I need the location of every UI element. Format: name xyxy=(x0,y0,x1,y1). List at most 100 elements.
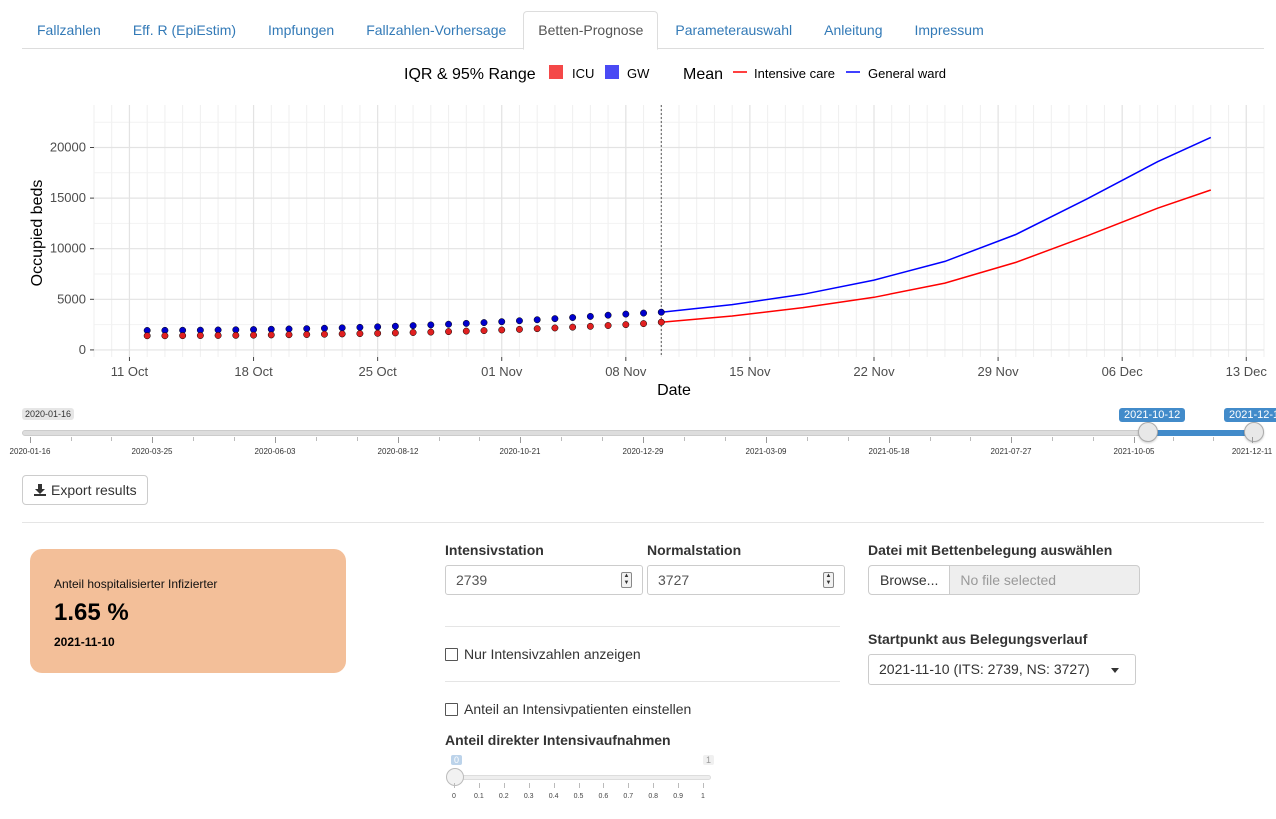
intensivstation-label: Intensivstation xyxy=(445,542,544,558)
slider-tick xyxy=(528,783,530,788)
chart-grid xyxy=(93,105,1265,357)
valuebox-value: 1.65 % xyxy=(54,599,129,626)
export-results-button[interactable]: Export results xyxy=(22,475,148,505)
nur-intensiv-checkbox[interactable]: Nur Intensivzahlen anzeigen xyxy=(445,646,641,662)
icu-observed-point xyxy=(586,322,594,330)
range-minor-tick xyxy=(807,437,808,441)
range-selected-bar[interactable] xyxy=(1148,430,1254,436)
tab-parameterauswahl[interactable]: Parameterauswahl xyxy=(660,11,807,49)
bed-forecast-chart: IQR & 95% Range ICU GW Mean Intensive ca… xyxy=(29,65,1267,399)
range-minor-tick xyxy=(602,437,603,441)
range-tick xyxy=(889,437,890,443)
range-from-handle[interactable] xyxy=(1138,422,1158,442)
range-minor-tick xyxy=(234,437,235,441)
range-minor-tick xyxy=(1052,437,1053,441)
slider-tick-label: 1 xyxy=(701,793,705,800)
range-track[interactable] xyxy=(22,430,1254,436)
range-tick-label: 2021-03-09 xyxy=(745,447,787,456)
gw-observed-point xyxy=(586,312,594,320)
range-tick xyxy=(1134,437,1135,443)
icu-observed-point xyxy=(214,331,222,339)
normalstation-input[interactable]: 3727 ▲ ▼ xyxy=(647,565,845,595)
gw-observed-point xyxy=(445,320,452,328)
slider-tick-label: 0.3 xyxy=(523,793,534,800)
valuebox-subtitle: Anteil hospitalisierter Infizierter xyxy=(54,577,218,591)
export-results-label: Export results xyxy=(51,482,137,498)
tab-fallzahlen[interactable]: Fallzahlen xyxy=(22,11,116,49)
anteil-intensiv-checkbox[interactable]: Anteil an Intensivpatienten einstellen xyxy=(445,701,691,717)
y-tick-label: 15000 xyxy=(50,190,86,205)
checkbox-box[interactable] xyxy=(445,647,458,661)
bed-file-input[interactable]: Browse... No file selected xyxy=(868,565,1141,595)
normalstation-spinner[interactable]: ▲ ▼ xyxy=(823,572,834,588)
download-icon xyxy=(34,484,46,496)
range-minor-tick xyxy=(848,437,849,441)
date-range-slider[interactable]: 2020-01-16 2021-10-12 2021-12-11 2020-01… xyxy=(0,400,1276,470)
legend-gw-label: GW xyxy=(627,66,650,81)
slider-handle[interactable] xyxy=(446,768,464,786)
slider-tick xyxy=(503,783,505,788)
icu-observed-point xyxy=(285,331,293,339)
x-tick-label: 18 Oct xyxy=(234,364,273,379)
checkbox-box[interactable] xyxy=(445,702,458,716)
gw-observed-point xyxy=(498,318,506,326)
tab-impressum[interactable]: Impressum xyxy=(900,11,999,49)
slider-track[interactable] xyxy=(453,775,711,780)
gw-observed-point xyxy=(551,315,559,323)
anteil-intensiv-label: Anteil an Intensivpatienten einstellen xyxy=(464,701,692,717)
gw-observed-point xyxy=(533,316,541,324)
icu-observed-point xyxy=(569,323,577,331)
icu-observed-point xyxy=(391,329,399,337)
gw-observed-point xyxy=(285,325,293,333)
tab-eff-r[interactable]: Eff. R (EpiEstim) xyxy=(118,11,251,49)
icu-observed-point xyxy=(498,326,506,334)
range-tick-label: 2021-12-11 xyxy=(1231,447,1273,456)
icu-observed-point xyxy=(179,332,187,340)
icu-observed-point xyxy=(356,330,364,338)
legend-general-ward-label: General ward xyxy=(868,66,946,81)
icu-observed-point xyxy=(161,332,169,340)
tab-fallzahlen-vorhersage[interactable]: Fallzahlen-Vorhersage xyxy=(351,11,521,49)
slider-tick-label: 0.2 xyxy=(498,793,509,800)
separator xyxy=(445,681,840,682)
intensivstation-spinner[interactable]: ▲ ▼ xyxy=(621,572,632,588)
divider xyxy=(22,522,1264,523)
slider-tick-label: 0.1 xyxy=(474,793,484,800)
slider-tick xyxy=(478,783,480,788)
range-to-tooltip: 2021-12-11 xyxy=(1224,408,1276,422)
range-to-handle[interactable] xyxy=(1244,422,1264,442)
range-minor-tick xyxy=(479,437,481,441)
legend-mean-title: Mean xyxy=(683,66,723,83)
range-tick-label: 2020-06-03 xyxy=(254,447,296,456)
tab-anleitung[interactable]: Anleitung xyxy=(809,11,897,49)
browse-button[interactable]: Browse... xyxy=(868,565,951,595)
range-minor-tick xyxy=(438,437,440,441)
gw-observed-point xyxy=(622,310,630,318)
intensivstation-input[interactable]: 2739 ▲ ▼ xyxy=(445,565,643,595)
startpoint-label: Startpunkt aus Belegungsverlauf xyxy=(868,631,1088,647)
slider-tick xyxy=(678,783,680,788)
range-minor-tick xyxy=(193,437,194,441)
startpoint-select[interactable]: 2021-11-10 (ITS: 2739, NS: 3727) xyxy=(868,654,1136,685)
y-axis-ticks: 0 5000 10000 15000 20000 xyxy=(50,140,94,357)
range-tick-label: 2021-07-27 xyxy=(990,447,1032,456)
hospitalization-value-box: Anteil hospitalisierter Infizierter 1.65… xyxy=(30,549,346,673)
gw-observed-point xyxy=(640,309,647,317)
range-tick xyxy=(275,437,276,443)
x-axis-label: Date xyxy=(657,382,691,399)
file-input-label: Datei mit Bettenbelegung auswählen xyxy=(868,542,1113,558)
icu-observed-point xyxy=(374,329,382,337)
gw-observed-point xyxy=(356,323,364,331)
gw-observed-point xyxy=(427,321,435,329)
icu-observed-point xyxy=(143,332,151,340)
range-tick-label: 2020-10-21 xyxy=(499,447,541,456)
icu-observed-point xyxy=(250,331,257,339)
tab-betten-prognose[interactable]: Betten-Prognose xyxy=(523,11,659,50)
icu-observed-point xyxy=(409,329,417,336)
tab-impfungen[interactable]: Impfungen xyxy=(253,11,349,49)
gw-observed-point xyxy=(480,319,488,327)
direct-intensive-slider[interactable]: 0 1 0 0.1 0.2 0.3 0.4 0.5 0.6 0.7 0.8 0.9 1 xyxy=(445,755,715,805)
range-minor-tick xyxy=(725,437,726,441)
slider-tick xyxy=(653,783,655,788)
slider-value-tag: 0 xyxy=(451,755,463,765)
